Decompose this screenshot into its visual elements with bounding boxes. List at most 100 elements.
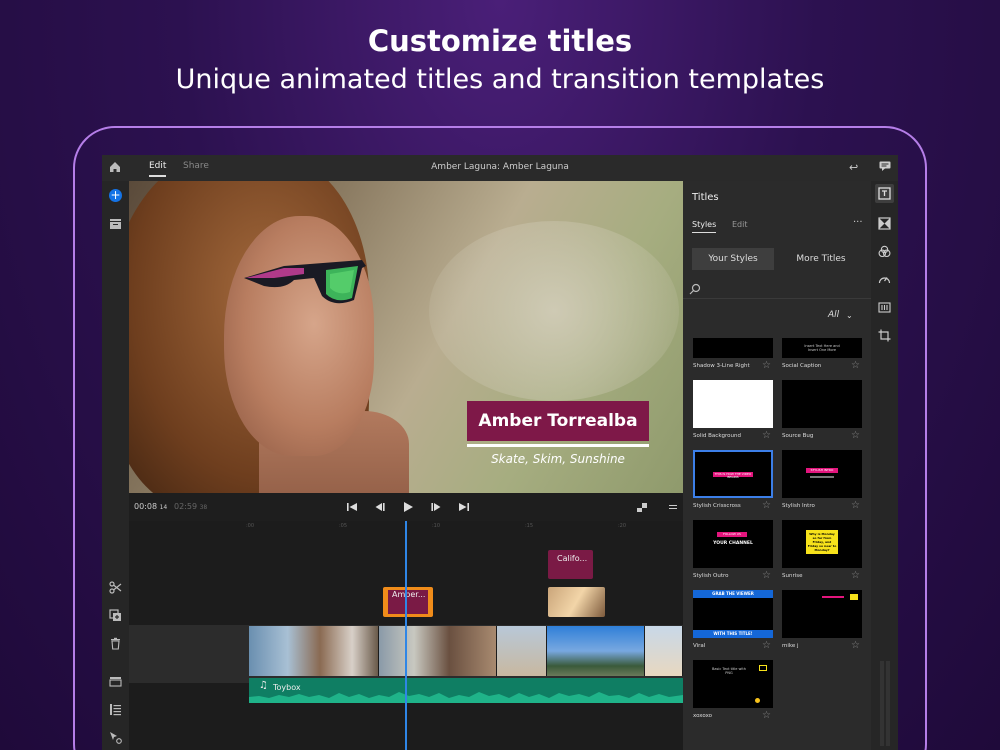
video-clip[interactable] bbox=[379, 626, 497, 676]
menu-lines-icon[interactable] bbox=[667, 501, 679, 513]
tile-label: Shadow 3-Line Right bbox=[693, 363, 750, 369]
current-timecode: 00:08 14 bbox=[134, 502, 168, 511]
filter-dropdown[interactable]: All bbox=[828, 310, 839, 320]
transport-bar: 00:08 14 02:59 38 bbox=[129, 493, 683, 521]
chevron-down-icon[interactable]: ⌄ bbox=[846, 311, 853, 320]
select-tool-icon[interactable] bbox=[109, 731, 122, 744]
ruler-tick: :15 bbox=[525, 523, 534, 529]
left-toolbar: + bbox=[102, 181, 129, 750]
scissors-icon[interactable] bbox=[109, 581, 122, 594]
favorite-star-icon[interactable]: ☆ bbox=[762, 640, 771, 651]
add-media-icon[interactable]: + bbox=[109, 189, 122, 202]
hero-subtitle: Unique animated titles and transition te… bbox=[175, 64, 825, 95]
tile-label: Stylish Crisscross bbox=[693, 503, 741, 509]
video-clip[interactable] bbox=[547, 626, 645, 676]
ruler-tick: :00 bbox=[246, 523, 255, 529]
favorite-star-icon[interactable]: ☆ bbox=[762, 430, 771, 441]
favorite-star-icon[interactable]: ☆ bbox=[762, 500, 771, 511]
transitions-icon[interactable] bbox=[878, 217, 891, 230]
tile-label: Stylish Intro bbox=[782, 503, 815, 509]
tile-label: Viral bbox=[693, 643, 706, 649]
favorite-star-icon[interactable]: ☆ bbox=[851, 360, 860, 371]
tile-label: xoxoxo bbox=[693, 713, 713, 719]
tile-label: Source Bug bbox=[782, 433, 814, 439]
title-style-tile[interactable]: FOLLOW US YOUR CHANNEL bbox=[693, 520, 773, 568]
sunglasses-graphic bbox=[244, 260, 366, 304]
tile-label: Sunrise bbox=[782, 573, 803, 579]
title-style-tile[interactable] bbox=[693, 338, 773, 358]
tile-label: Stylish Outro bbox=[693, 573, 729, 579]
tab-styles[interactable]: Styles bbox=[692, 220, 717, 233]
ruler-tick: :05 bbox=[339, 523, 348, 529]
comment-icon[interactable] bbox=[879, 161, 891, 171]
ruler-tick: :20 bbox=[618, 523, 627, 529]
title-clip-amber[interactable]: Amber... bbox=[383, 587, 433, 617]
step-forward-icon[interactable] bbox=[430, 501, 442, 513]
tile-label: Social Caption bbox=[782, 363, 822, 369]
favorite-star-icon[interactable]: ☆ bbox=[851, 500, 860, 511]
ruler-tick: :10 bbox=[432, 523, 441, 529]
list-view-icon[interactable] bbox=[109, 703, 122, 716]
title-style-tile[interactable]: GRAB THE VIEWER WITH THIS TITLE! bbox=[693, 590, 773, 638]
more-titles-button[interactable]: More Titles bbox=[780, 248, 862, 270]
app-screen: Edit Share Amber Laguna: Amber Laguna ↩ … bbox=[102, 155, 898, 750]
title-style-tile[interactable]: STYLISH INTRO bbox=[782, 450, 862, 498]
title-style-tile[interactable]: Why is Monday so far from Friday, and Fr… bbox=[782, 520, 862, 568]
project-title: Amber Laguna: Amber Laguna bbox=[431, 162, 569, 172]
media-bin-icon[interactable] bbox=[109, 217, 122, 230]
title-style-tile[interactable]: Basic Text title with PNG bbox=[693, 660, 773, 708]
title-overlay-underline bbox=[467, 444, 649, 447]
titles-tool-icon[interactable] bbox=[875, 184, 894, 203]
hero-title: Customize titles bbox=[367, 24, 633, 58]
audio-clip[interactable]: ♫ Toybox bbox=[249, 678, 683, 703]
title-style-tile[interactable] bbox=[782, 590, 862, 638]
fullscreen-icon[interactable] bbox=[636, 501, 648, 513]
title-style-tile[interactable]: Insert Text Here and Insert One More bbox=[782, 338, 862, 358]
your-styles-button[interactable]: Your Styles bbox=[692, 248, 774, 270]
favorite-star-icon[interactable]: ☆ bbox=[851, 430, 860, 441]
crop-icon[interactable] bbox=[878, 329, 891, 342]
skip-end-icon[interactable] bbox=[458, 501, 470, 513]
trash-icon[interactable] bbox=[109, 637, 122, 650]
audio-clip-label: Toybox bbox=[273, 683, 301, 692]
title-overlay-box[interactable]: Amber Torrealba bbox=[467, 401, 649, 441]
title-overlay-name: Amber Torrealba bbox=[478, 411, 638, 431]
favorite-star-icon[interactable]: ☆ bbox=[851, 640, 860, 651]
step-back-icon[interactable] bbox=[374, 501, 386, 513]
search-icon[interactable] bbox=[689, 283, 701, 295]
color-icon[interactable] bbox=[878, 245, 891, 258]
panel-title: Titles bbox=[692, 192, 719, 203]
playhead[interactable] bbox=[405, 521, 407, 750]
favorite-star-icon[interactable]: ☆ bbox=[851, 570, 860, 581]
more-options-icon[interactable]: ··· bbox=[853, 217, 863, 228]
tab-edit-panel[interactable]: Edit bbox=[732, 220, 748, 229]
skip-start-icon[interactable] bbox=[346, 501, 358, 513]
title-style-tile-selected[interactable]: THIS IS HOW THE VIDEO BEGINS bbox=[693, 450, 773, 498]
music-note-icon: ♫ bbox=[259, 680, 268, 691]
video-preview[interactable]: Amber Torrealba Skate, Skim, Sunshine bbox=[129, 181, 683, 493]
video-clip[interactable] bbox=[249, 626, 379, 676]
overlay-video-clip[interactable] bbox=[548, 587, 605, 617]
tile-label: Solid Background bbox=[693, 433, 741, 439]
track-settings-icon[interactable] bbox=[109, 675, 122, 688]
scrollbar[interactable] bbox=[880, 661, 884, 746]
right-tool-rail bbox=[871, 181, 898, 750]
favorite-star-icon[interactable]: ☆ bbox=[762, 570, 771, 581]
title-style-tile[interactable] bbox=[782, 380, 862, 428]
duplicate-icon[interactable] bbox=[109, 609, 122, 622]
speed-icon[interactable] bbox=[878, 273, 891, 286]
video-clip[interactable] bbox=[645, 626, 683, 676]
title-overlay-tagline: Skate, Skim, Sunshine bbox=[491, 452, 625, 466]
video-clips bbox=[249, 626, 683, 676]
audio-mix-icon[interactable] bbox=[878, 301, 891, 314]
undo-icon[interactable]: ↩ bbox=[849, 161, 858, 174]
favorite-star-icon[interactable]: ☆ bbox=[762, 360, 771, 371]
scrollbar[interactable] bbox=[886, 661, 890, 746]
video-clip[interactable] bbox=[497, 626, 547, 676]
timeline[interactable]: :00 :05 :10 :15 :20 Califo... Amber... ♫… bbox=[129, 521, 683, 750]
top-bar: Edit Share Amber Laguna: Amber Laguna ↩ bbox=[102, 155, 898, 181]
play-icon[interactable] bbox=[402, 501, 414, 513]
favorite-star-icon[interactable]: ☆ bbox=[762, 710, 771, 721]
title-clip-california[interactable]: Califo... bbox=[548, 550, 593, 579]
title-style-tile[interactable] bbox=[693, 380, 773, 428]
